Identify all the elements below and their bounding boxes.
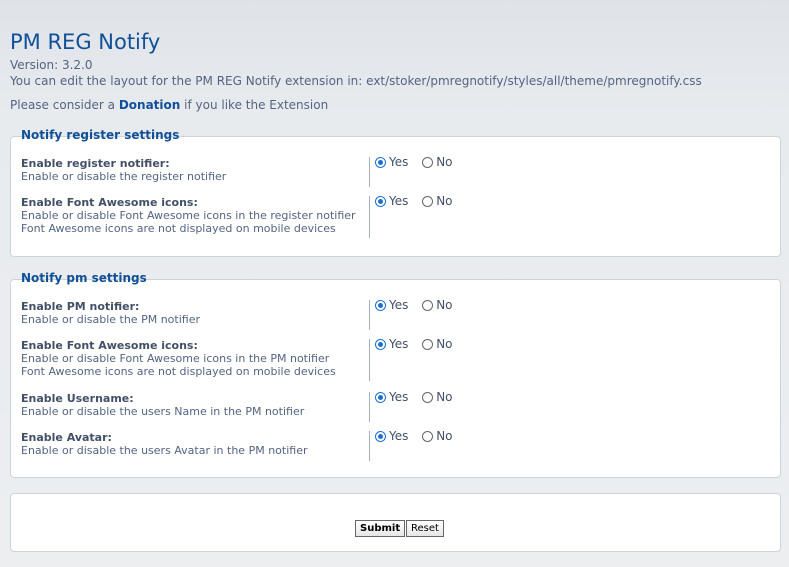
radio-selected-icon[interactable] — [375, 196, 386, 207]
radio-label: No — [436, 155, 453, 169]
donation-suffix: if you like the Extension — [184, 98, 329, 112]
pm-settings-fieldset: Notify pm settings Enable PM notifier: E… — [10, 271, 781, 478]
register-fa-icons-yes[interactable]: Yes — [375, 194, 408, 208]
pm-fa-icons-desc2: Font Awesome icons are not displayed on … — [21, 365, 336, 378]
pm-fa-icons-row: Enable Font Awesome icons: Enable or dis… — [21, 337, 771, 381]
radio-label: No — [436, 298, 453, 312]
donation-prefix: Please consider a — [10, 98, 115, 112]
radio-selected-icon[interactable] — [375, 157, 386, 168]
submit-button[interactable]: Submit — [355, 520, 406, 537]
radio-unselected-icon[interactable] — [422, 157, 434, 168]
radio-label: No — [436, 194, 453, 208]
pm-notifier-row: Enable PM notifier: Enable or disable th… — [21, 298, 771, 330]
actions-fieldset: Submit Reset — [10, 493, 781, 552]
register-fa-icons-no[interactable]: No — [422, 194, 453, 208]
pm-avatar-desc: Enable or disable the users Avatar in th… — [21, 444, 308, 457]
pm-fa-icons-title: Enable Font Awesome icons: — [21, 339, 198, 352]
radio-unselected-icon[interactable] — [422, 196, 434, 207]
register-settings-fieldset: Notify register settings Enable register… — [10, 128, 781, 257]
register-fa-icons-options: Yes No — [375, 194, 463, 208]
radio-label: No — [436, 390, 453, 404]
reset-button[interactable]: Reset — [406, 520, 444, 537]
pm-notifier-label: Enable PM notifier: Enable or disable th… — [21, 300, 370, 330]
pm-avatar-yes[interactable]: Yes — [375, 429, 408, 443]
pm-avatar-label: Enable Avatar: Enable or disable the use… — [21, 431, 370, 461]
pm-settings-legend: Notify pm settings — [21, 271, 147, 285]
radio-selected-icon[interactable] — [375, 300, 386, 311]
pm-username-label: Enable Username: Enable or disable the u… — [21, 392, 370, 422]
register-notifier-yes[interactable]: Yes — [375, 155, 408, 169]
register-fa-icons-desc2: Font Awesome icons are not displayed on … — [21, 222, 336, 235]
pm-fa-icons-desc: Enable or disable Font Awesome icons in … — [21, 352, 330, 365]
radio-unselected-icon[interactable] — [422, 431, 434, 442]
register-notifier-no[interactable]: No — [422, 155, 453, 169]
donation-line: Please consider a Donation if you like t… — [10, 98, 328, 112]
radio-label: No — [436, 337, 453, 351]
pm-username-options: Yes No — [375, 390, 463, 404]
radio-unselected-icon[interactable] — [422, 300, 434, 311]
pm-username-row: Enable Username: Enable or disable the u… — [21, 390, 771, 422]
pm-avatar-title: Enable Avatar: — [21, 431, 112, 444]
radio-selected-icon[interactable] — [375, 339, 386, 350]
edit-info-text: You can edit the layout for the PM REG N… — [10, 74, 702, 88]
pm-avatar-no[interactable]: No — [422, 429, 453, 443]
pm-notifier-no[interactable]: No — [422, 298, 453, 312]
register-notifier-options: Yes No — [375, 155, 463, 169]
pm-username-desc: Enable or disable the users Name in the … — [21, 405, 305, 418]
pm-fa-icons-no[interactable]: No — [422, 337, 453, 351]
register-fa-icons-desc: Enable or disable Font Awesome icons in … — [21, 209, 356, 222]
radio-selected-icon[interactable] — [375, 392, 386, 403]
radio-unselected-icon[interactable] — [422, 392, 434, 403]
register-fa-icons-title: Enable Font Awesome icons: — [21, 196, 198, 209]
pm-notifier-options: Yes No — [375, 298, 463, 312]
pm-notifier-title: Enable PM notifier: — [21, 300, 140, 313]
register-fa-icons-label: Enable Font Awesome icons: Enable or dis… — [21, 196, 370, 238]
version-text: Version: 3.2.0 — [10, 58, 93, 72]
radio-label: Yes — [389, 155, 409, 169]
radio-label: Yes — [389, 298, 409, 312]
donation-link[interactable]: Donation — [119, 98, 180, 112]
register-notifier-desc: Enable or disable the register notifier — [21, 170, 227, 183]
radio-unselected-icon[interactable] — [422, 339, 434, 350]
page-title: PM REG Notify — [10, 30, 161, 54]
radio-selected-icon[interactable] — [375, 431, 386, 442]
register-notifier-row: Enable register notifier: Enable or disa… — [21, 155, 771, 187]
pm-username-yes[interactable]: Yes — [375, 390, 408, 404]
radio-label: Yes — [389, 194, 409, 208]
radio-label: Yes — [389, 390, 409, 404]
pm-notifier-desc: Enable or disable the PM notifier — [21, 313, 200, 326]
pm-fa-icons-options: Yes No — [375, 337, 463, 351]
pm-avatar-row: Enable Avatar: Enable or disable the use… — [21, 429, 771, 461]
pm-username-title: Enable Username: — [21, 392, 134, 405]
radio-label: No — [436, 429, 453, 443]
pm-avatar-options: Yes No — [375, 429, 463, 443]
radio-label: Yes — [389, 337, 409, 351]
pm-fa-icons-yes[interactable]: Yes — [375, 337, 408, 351]
register-settings-legend: Notify register settings — [21, 128, 180, 142]
pm-notifier-yes[interactable]: Yes — [375, 298, 408, 312]
register-notifier-title: Enable register notifier: — [21, 157, 170, 170]
radio-label: Yes — [389, 429, 409, 443]
register-fa-icons-row: Enable Font Awesome icons: Enable or dis… — [21, 194, 771, 238]
pm-username-no[interactable]: No — [422, 390, 453, 404]
pm-fa-icons-label: Enable Font Awesome icons: Enable or dis… — [21, 339, 370, 381]
register-notifier-label: Enable register notifier: Enable or disa… — [21, 157, 370, 187]
